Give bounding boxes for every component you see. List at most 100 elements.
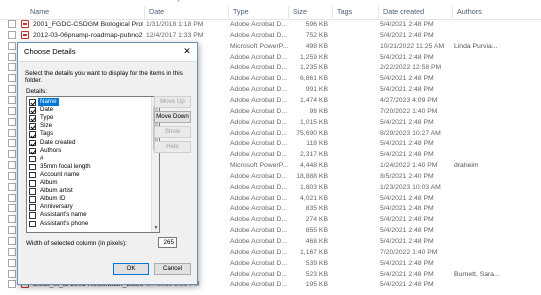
row-checkbox[interactable] bbox=[8, 215, 16, 224]
row-checkbox[interactable] bbox=[8, 269, 16, 278]
detail-item[interactable]: Type bbox=[29, 114, 147, 122]
detail-item[interactable]: Name bbox=[29, 98, 147, 107]
file-row[interactable]: 2012-03-06pnamp-roadmap-pubno2... 12/4/20… bbox=[0, 30, 541, 42]
detail-checkbox[interactable] bbox=[29, 131, 36, 138]
detail-checkbox[interactable] bbox=[29, 204, 36, 211]
close-icon[interactable]: ✕ bbox=[180, 45, 194, 58]
detail-item[interactable]: 35mm focal length bbox=[29, 163, 147, 171]
details-listbox[interactable]: ▲ ▼ NameDateTypeSizeTagsDate createdAuth… bbox=[26, 96, 160, 233]
row-checkbox[interactable] bbox=[8, 139, 16, 148]
detail-item[interactable]: Date created bbox=[29, 139, 147, 147]
detail-item-label: Album ID bbox=[40, 195, 66, 203]
column-header-name[interactable]: Name bbox=[26, 6, 144, 18]
column-header-tags[interactable]: Tags bbox=[332, 6, 378, 18]
row-checkbox[interactable] bbox=[8, 150, 16, 159]
detail-checkbox[interactable] bbox=[29, 188, 36, 195]
detail-item-label: Account name bbox=[40, 170, 80, 178]
file-date-created: 5/4/2021 2:48 PM bbox=[380, 205, 434, 213]
detail-item[interactable]: Anniversary bbox=[29, 203, 147, 211]
row-checkbox[interactable] bbox=[8, 52, 16, 61]
row-checkbox[interactable] bbox=[8, 226, 16, 235]
row-checkbox[interactable] bbox=[8, 106, 16, 115]
detail-item[interactable]: Tags bbox=[29, 130, 147, 138]
column-header-date-created[interactable]: Date created bbox=[378, 6, 452, 18]
column-header-date[interactable]: Date bbox=[144, 6, 228, 18]
ok-button[interactable]: OK bbox=[113, 263, 149, 275]
file-size: 118 KB bbox=[306, 140, 328, 148]
file-date-created: 7/20/2022 1:40 PM bbox=[380, 107, 438, 115]
row-checkbox[interactable] bbox=[8, 95, 16, 104]
row-checkbox[interactable] bbox=[8, 237, 16, 245]
row-checkbox[interactable] bbox=[8, 85, 16, 94]
row-checkbox[interactable] bbox=[8, 171, 16, 180]
detail-item[interactable]: Size bbox=[29, 122, 147, 130]
file-type: Adobe Acrobat D... bbox=[230, 281, 288, 289]
file-date-created: 8/29/2023 10:27 AM bbox=[380, 129, 441, 137]
row-checkbox[interactable] bbox=[8, 117, 16, 126]
detail-checkbox[interactable] bbox=[29, 107, 36, 114]
row-checkbox[interactable] bbox=[8, 30, 16, 39]
file-type: Microsoft PowerP... bbox=[230, 162, 289, 170]
file-type: Adobe Acrobat D... bbox=[230, 238, 288, 245]
file-row[interactable]: 2001_FGDC-CSDGM Biological Profil... 1/31… bbox=[0, 20, 541, 31]
detail-checkbox[interactable] bbox=[29, 155, 36, 163]
detail-item-label: 35mm focal length bbox=[40, 162, 91, 170]
detail-checkbox[interactable] bbox=[29, 171, 36, 179]
file-date-created: 5/4/2021 2:48 PM bbox=[380, 281, 434, 289]
row-checkbox[interactable] bbox=[8, 128, 16, 137]
move-up-button[interactable]: Move Up bbox=[154, 96, 191, 108]
detail-item[interactable]: Account name bbox=[29, 171, 147, 179]
detail-checkbox[interactable] bbox=[29, 196, 36, 203]
file-size: 4,021 KB bbox=[300, 194, 328, 202]
detail-checkbox[interactable] bbox=[29, 123, 36, 130]
row-checkbox[interactable] bbox=[8, 280, 16, 289]
move-down-button[interactable]: Move Down bbox=[154, 111, 191, 123]
file-type: Adobe Acrobat D... bbox=[230, 151, 288, 159]
detail-item[interactable]: Authors bbox=[29, 147, 147, 155]
detail-item[interactable]: Album ID bbox=[29, 195, 147, 203]
file-size: 1,235 KB bbox=[300, 64, 328, 72]
detail-item[interactable]: # bbox=[29, 155, 147, 163]
detail-checkbox[interactable] bbox=[29, 115, 36, 122]
detail-checkbox[interactable] bbox=[29, 212, 36, 219]
column-width-input[interactable]: 265 bbox=[158, 237, 177, 248]
column-header-size[interactable]: Size bbox=[288, 6, 332, 18]
row-checkbox[interactable] bbox=[8, 182, 16, 191]
row-checkbox[interactable] bbox=[8, 204, 16, 213]
detail-checkbox[interactable] bbox=[29, 180, 36, 187]
detail-item[interactable]: Date bbox=[29, 106, 147, 114]
detail-checkbox[interactable] bbox=[29, 99, 36, 106]
detail-item[interactable]: Album bbox=[29, 179, 147, 187]
row-checkbox[interactable] bbox=[8, 258, 16, 267]
detail-checkbox[interactable] bbox=[29, 147, 36, 155]
hide-button[interactable]: Hide bbox=[154, 141, 191, 153]
detail-checkbox[interactable] bbox=[29, 220, 36, 227]
file-type: Microsoft PowerP... bbox=[230, 42, 289, 50]
file-authors: Linda Purvia... bbox=[454, 42, 498, 50]
detail-item[interactable]: Assistant's phone bbox=[29, 220, 147, 228]
row-checkbox[interactable] bbox=[8, 193, 16, 202]
file-type: Adobe Acrobat D... bbox=[230, 140, 288, 148]
detail-checkbox[interactable] bbox=[29, 163, 36, 171]
row-checkbox[interactable] bbox=[8, 74, 16, 83]
column-header-authors[interactable]: Authors bbox=[452, 6, 541, 18]
file-date-created: 7/20/2022 1:40 PM bbox=[380, 248, 438, 256]
row-checkbox[interactable] bbox=[8, 63, 16, 72]
detail-item[interactable]: Album artist bbox=[29, 187, 147, 195]
scroll-down-arrow-icon[interactable]: ▼ bbox=[152, 224, 159, 232]
file-date-created: 2/22/2022 12:58 PM bbox=[380, 64, 442, 72]
row-checkbox[interactable] bbox=[8, 161, 16, 170]
file-date-created: 5/4/2021 2:48 PM bbox=[380, 31, 434, 39]
detail-item-label: Album bbox=[40, 179, 58, 186]
row-checkbox[interactable] bbox=[8, 41, 16, 50]
detail-item[interactable]: Assistant's name bbox=[29, 211, 147, 219]
dialog-title: Choose Details bbox=[24, 47, 76, 56]
column-header-type[interactable]: Type bbox=[228, 6, 288, 18]
cancel-button[interactable]: Cancel bbox=[154, 263, 191, 275]
file-size: 468 KB bbox=[305, 238, 328, 245]
detail-checkbox[interactable] bbox=[29, 139, 36, 146]
row-checkbox[interactable] bbox=[8, 247, 16, 256]
file-type: Adobe Acrobat D... bbox=[230, 259, 288, 267]
row-checkbox[interactable] bbox=[8, 20, 16, 28]
show-button[interactable]: Show bbox=[154, 126, 191, 138]
